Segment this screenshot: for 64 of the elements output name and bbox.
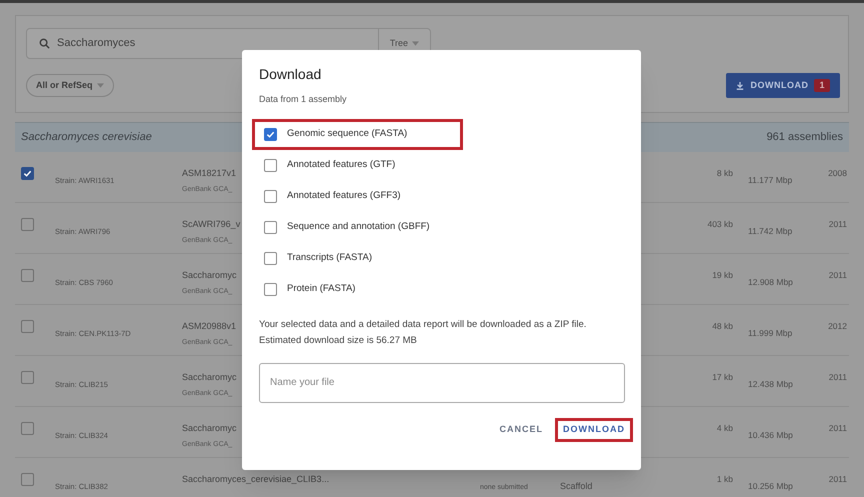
checkbox[interactable]	[264, 158, 277, 172]
assembly-name: ASM20988v1	[182, 320, 236, 333]
download-icon	[736, 82, 744, 90]
filter-chip[interactable]: All or RefSeq	[26, 74, 114, 97]
year-cell: 2012	[828, 320, 847, 333]
assembly-level: Scaffold	[560, 481, 592, 491]
length-cell: 12.438 Mbp	[748, 379, 793, 389]
checkbox[interactable]	[264, 190, 277, 202]
checkbox[interactable]	[264, 128, 277, 140]
file-name-field[interactable]: Name your file	[259, 362, 625, 403]
download-note: Your selected data and a detailed data report will be downloaded as a ZIP file.	[259, 318, 588, 330]
checkbox-option[interactable]: Transcripts (FASTA)	[259, 242, 470, 274]
checkbox[interactable]	[21, 218, 34, 231]
size-cell: 17 kb	[712, 371, 733, 384]
dialog-button[interactable]: DOWNLOAD	[555, 418, 633, 442]
search-icon	[39, 38, 50, 49]
assembly-name: Saccharomyc	[182, 269, 237, 282]
year-cell: 2011	[828, 473, 847, 486]
checkbox-option[interactable]: Protein (FASTA)	[259, 274, 470, 304]
length-cell: 10.436 Mbp	[748, 430, 793, 440]
checkbox-option[interactable]: Genomic sequence (FASTA)	[252, 118, 463, 150]
assembly-name: ScAWRI796_v	[182, 218, 240, 231]
checkbox[interactable]	[21, 269, 34, 282]
assembly-name: Saccharomyc	[182, 422, 237, 435]
year-cell: 2011	[828, 422, 847, 435]
checkbox[interactable]	[21, 473, 34, 486]
checkbox[interactable]	[21, 320, 34, 333]
year-cell: 2011	[828, 371, 847, 384]
length-cell: 12.908 Mbp	[748, 277, 793, 287]
checkbox-option[interactable]: Annotated features (GFF3)	[259, 180, 470, 212]
size-cell: 19 kb	[712, 269, 733, 282]
size-cell: 48 kb	[712, 320, 733, 333]
assembly-name: Saccharomyces_cerevisiae_CLIB3...	[182, 473, 330, 486]
dialog-subtitle: Data from 1 assembly	[259, 93, 347, 106]
length-cell: 11.742 Mbp	[748, 226, 792, 236]
year-cell: 2011	[828, 269, 847, 282]
year-cell: 2011	[828, 218, 847, 231]
size-estimate: Estimated download size is 56.27 MB	[259, 334, 417, 348]
caret-icon	[96, 83, 104, 88]
checkbox-option[interactable]: Annotated features (GTF)	[259, 150, 470, 180]
assembly-name: Saccharomyc	[182, 371, 237, 384]
length-cell: 11.999 Mbp	[748, 328, 792, 338]
caret-icon	[412, 41, 419, 46]
checkbox[interactable]	[21, 422, 34, 435]
checkbox[interactable]	[21, 167, 34, 180]
size-cell: 403 kb	[707, 218, 733, 231]
checkbox-option[interactable]: Sequence and annotation (GBFF)	[259, 212, 470, 242]
length-cell: 11.177 Mbp	[748, 175, 792, 185]
assembly-count: 961 assemblies	[766, 130, 843, 146]
download-button[interactable]: DOWNLOAD 1	[726, 73, 840, 98]
count-badge: 1	[814, 78, 830, 92]
checkbox[interactable]	[21, 371, 34, 384]
checkbox[interactable]	[264, 252, 277, 264]
size-cell: 8 kb	[716, 167, 733, 180]
assembly-name: ASM18217v1	[182, 167, 236, 180]
length-cell: 10.256 Mbp	[748, 481, 793, 491]
checkbox[interactable]	[264, 220, 277, 234]
size-cell: 1 kb	[716, 473, 733, 486]
size-cell: 4 kb	[716, 422, 733, 435]
dialog-title: Download	[259, 65, 322, 84]
checkbox[interactable]	[264, 282, 277, 296]
group-title: Saccharomyces cerevisiae	[21, 130, 152, 146]
dialog-button[interactable]: CANCEL	[494, 418, 549, 442]
year-cell: 2008	[828, 167, 847, 180]
